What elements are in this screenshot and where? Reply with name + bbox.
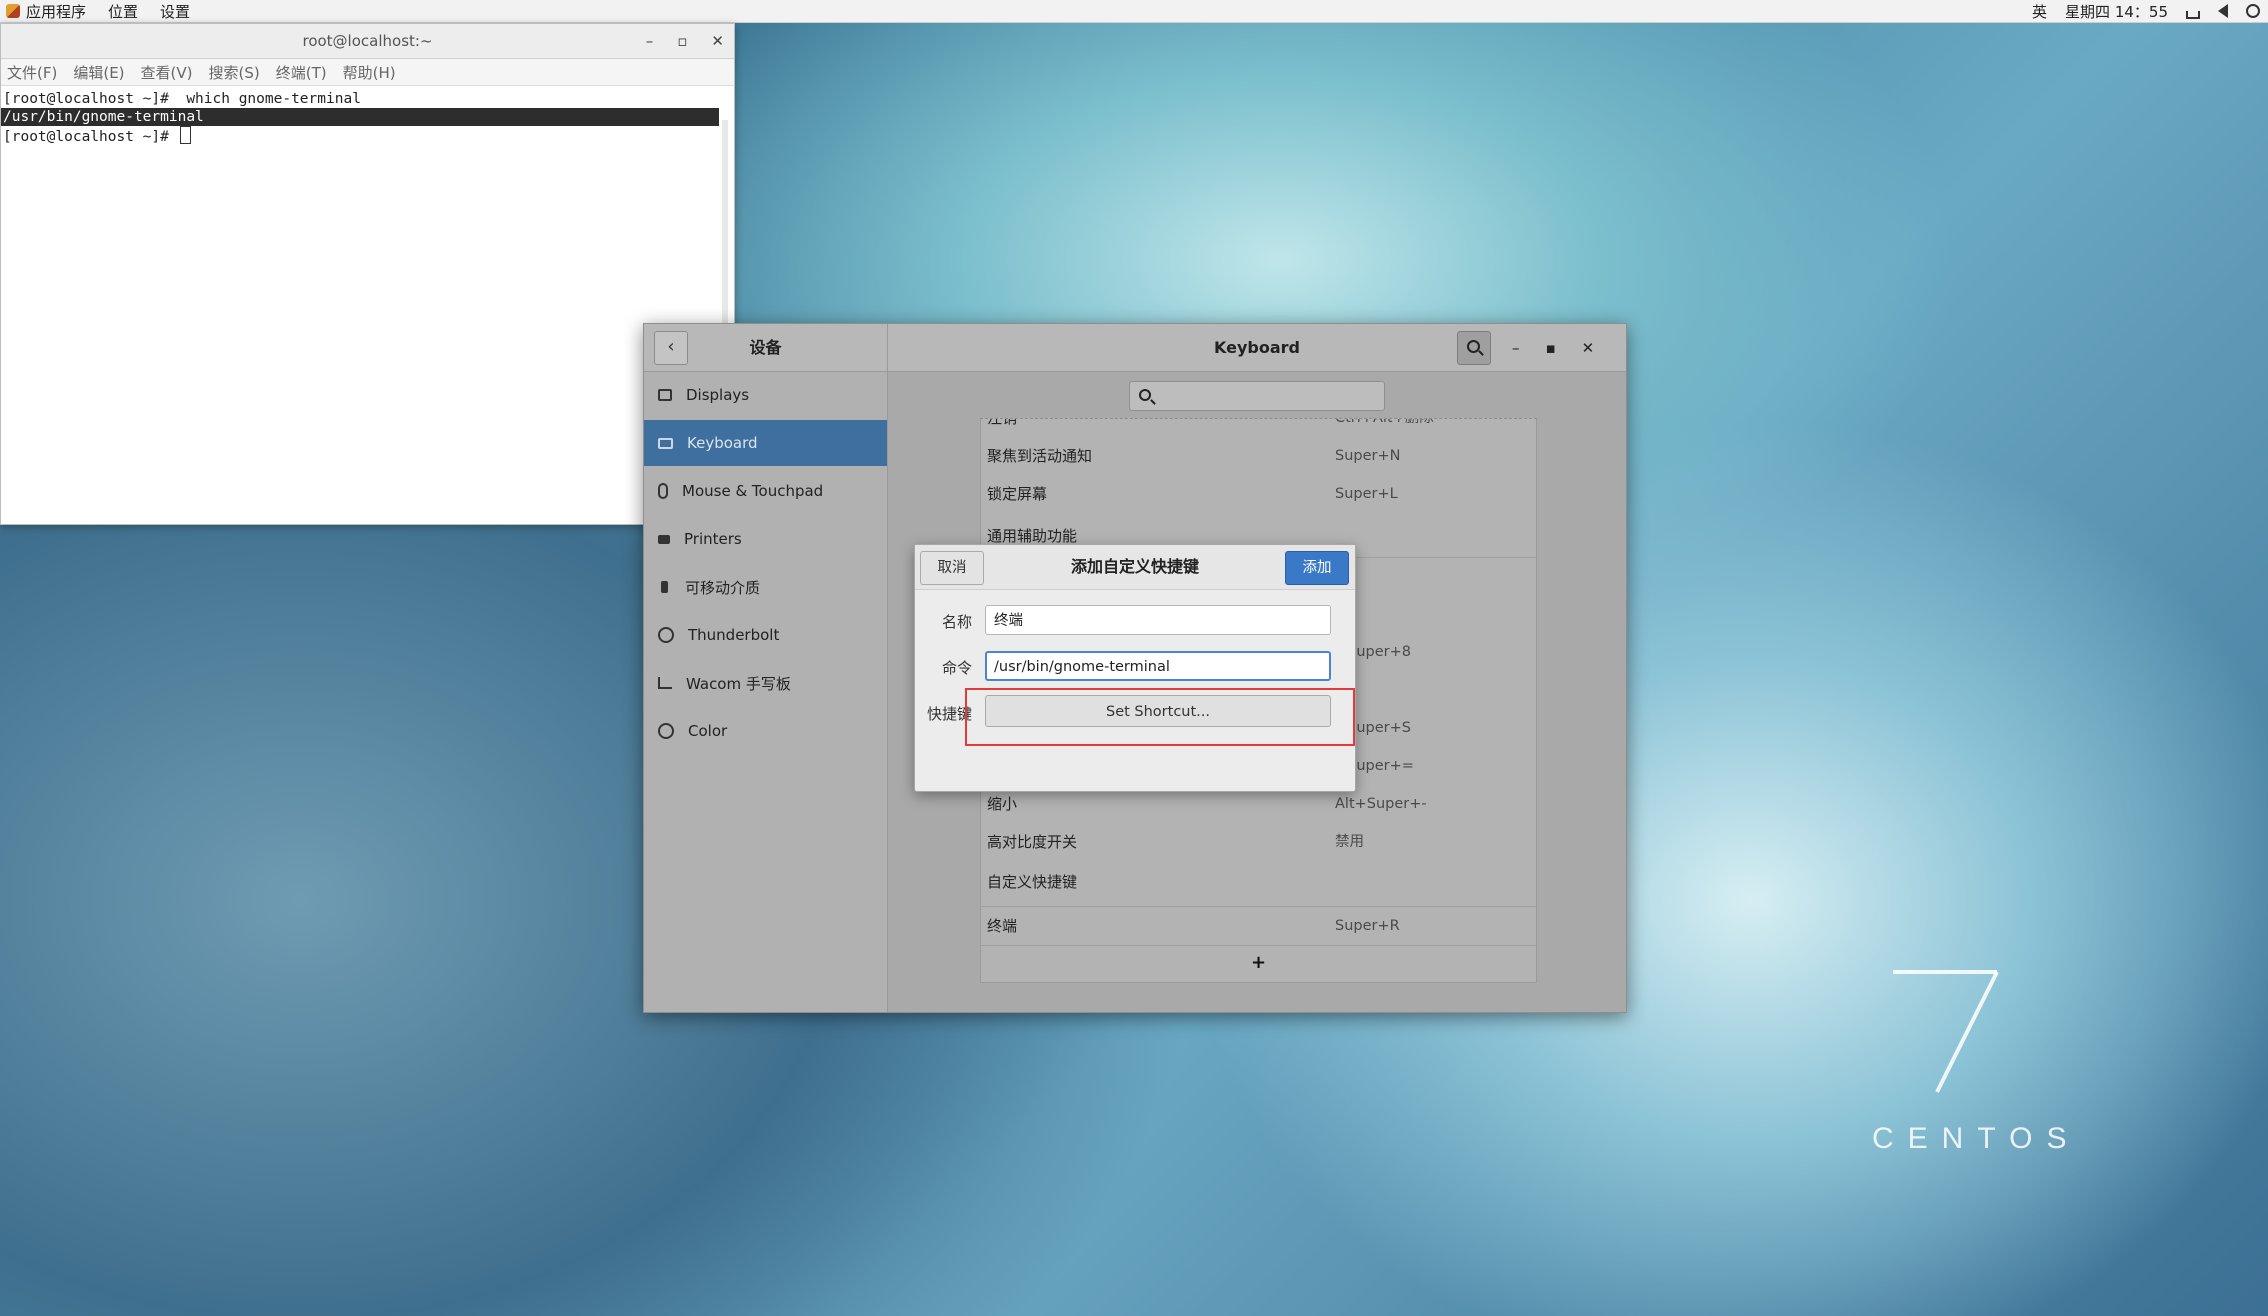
shortcut-name: 聚焦到活动通知 [987, 447, 1093, 465]
terminal-title: root@localhost:~ [302, 32, 433, 50]
settings-headerbar[interactable]: 设备 ‹ Keyboard – ▪ ✕ [644, 324, 1626, 372]
terminal-window: root@localhost:~ – ▫ ✕ 文件(F) 编辑(E) 查看(V)… [0, 23, 735, 525]
chevron-left-icon: ‹ [667, 336, 675, 357]
menu-search[interactable]: 搜索(S) [209, 62, 260, 83]
network-icon[interactable] [2186, 11, 2200, 19]
menu-help[interactable]: 帮助(H) [343, 62, 396, 83]
tablet-icon [658, 677, 672, 689]
shortcut-name: 高对比度开关 [987, 833, 1078, 851]
terminal-titlebar[interactable]: root@localhost:~ – ▫ ✕ [1, 24, 734, 59]
sidebar-item-label: Printers [684, 530, 742, 548]
shortcut-search-input[interactable] [1129, 381, 1385, 411]
add-button[interactable]: 添加 [1285, 551, 1349, 585]
sidebar-item-color[interactable]: Color [644, 708, 887, 754]
sidebar-item-label: Displays [686, 386, 750, 404]
shortcut-row[interactable]: 聚焦到活动通知 Super+N [981, 437, 1536, 475]
add-custom-shortcut-dialog: 添加自定义快捷键 取消 添加 名称 终端 命令 /usr/bin/gnome-t… [914, 544, 1356, 792]
search-icon [1467, 340, 1480, 353]
shortcut-name: 终端 [987, 917, 1018, 935]
terminal-line-selected: /usr/bin/gnome-terminal [1, 108, 719, 126]
add-shortcut-button[interactable]: + [981, 945, 1536, 980]
minimize-icon[interactable]: – [1512, 339, 1520, 357]
maximize-icon[interactable]: ▫ [677, 24, 687, 58]
top-panel: 应用程序 位置 设置 英 星期四 14：55 [0, 0, 2268, 23]
maximize-icon[interactable]: ▪ [1546, 339, 1556, 357]
section-custom-shortcuts: 自定义快捷键 [987, 873, 1078, 891]
sidebar-item-keyboard[interactable]: Keyboard [644, 420, 887, 466]
mouse-icon [658, 483, 668, 499]
sidebar-item-mouse[interactable]: Mouse & Touchpad [644, 468, 887, 514]
sidebar-item-displays[interactable]: Displays [644, 372, 887, 418]
terminal-prompt: [root@localhost ~]# [3, 129, 178, 145]
centos-logo-7 [1893, 970, 1999, 1093]
places-menu[interactable]: 位置 [108, 1, 138, 22]
sidebar-item-label: Color [688, 722, 728, 740]
applications-icon [6, 3, 20, 18]
command-field[interactable]: /usr/bin/gnome-terminal [985, 651, 1331, 681]
shortcut-name: 注销 [987, 418, 1018, 427]
name-label: 名称 [942, 613, 973, 631]
power-icon[interactable] [2246, 4, 2260, 18]
shortcut-accel: Ctrl+Alt+删除 [1335, 418, 1434, 426]
menu-terminal[interactable]: 终端(T) [276, 62, 327, 83]
shortcut-accel: Super+R [1335, 918, 1400, 934]
shortcut-accel: 禁用 [1335, 834, 1364, 850]
volume-icon[interactable] [2218, 4, 2228, 18]
shortcut-row[interactable]: 注销 Ctrl+Alt+删除 [981, 418, 1536, 437]
search-toggle-button[interactable] [1457, 331, 1491, 365]
command-label: 命令 [942, 659, 973, 677]
clock[interactable]: 星期四 14：55 [2065, 1, 2168, 22]
centos-logo-text: CENTOS [1872, 1122, 2081, 1155]
shortcut-row-high-contrast[interactable]: 高对比度开关 禁用 [981, 823, 1536, 861]
cancel-button[interactable]: 取消 [920, 551, 984, 585]
shortcut-row[interactable]: 锁定屏幕 Super+L [981, 475, 1536, 513]
terminal-output[interactable]: [root@localhost ~]# which gnome-terminal… [1, 86, 734, 145]
settings-sidebar: Displays Keyboard Mouse & Touchpad Print… [644, 372, 888, 1012]
close-icon[interactable]: ✕ [711, 24, 724, 58]
sidebar-item-label: Wacom 手写板 [686, 674, 791, 693]
sidebar-item-label: Mouse & Touchpad [682, 482, 824, 500]
shortcut-name: 锁定屏幕 [987, 485, 1048, 503]
minimize-icon[interactable]: – [646, 24, 654, 58]
sidebar-item-thunderbolt[interactable]: Thunderbolt [644, 612, 887, 658]
sidebar-item-removable-media[interactable]: 可移动介质 [644, 564, 887, 610]
close-icon[interactable]: ✕ [1582, 339, 1595, 357]
custom-shortcut-row[interactable]: 终端 Super+R [981, 906, 1536, 945]
sidebar-item-label: 可移动介质 [685, 578, 761, 597]
red-highlight-box [965, 688, 1355, 746]
name-field[interactable]: 终端 [985, 605, 1331, 635]
settings-menu[interactable]: 设置 [160, 1, 190, 22]
shortcut-accel: Super+N [1335, 448, 1401, 464]
menu-file[interactable]: 文件(F) [7, 62, 57, 83]
search-icon [1139, 389, 1151, 401]
dialog-header: 添加自定义快捷键 取消 添加 [915, 545, 1355, 590]
usb-icon [661, 581, 668, 593]
sidebar-item-label: Keyboard [687, 434, 758, 452]
terminal-prompt-line: [root@localhost ~]# [1, 126, 734, 145]
thunderbolt-icon [658, 627, 674, 643]
menu-view[interactable]: 查看(V) [141, 62, 193, 83]
display-icon [658, 389, 672, 401]
shortcut-accel: Super+L [1335, 486, 1398, 502]
menu-edit[interactable]: 编辑(E) [73, 62, 124, 83]
section-accessibility: 通用辅助功能 [987, 527, 1078, 545]
applications-menu[interactable]: 应用程序 [6, 1, 86, 22]
printer-icon [658, 534, 670, 544]
back-button[interactable]: ‹ [654, 331, 688, 365]
terminal-menubar: 文件(F) 编辑(E) 查看(V) 搜索(S) 终端(T) 帮助(H) [1, 59, 734, 86]
terminal-line: [root@localhost ~]# which gnome-terminal [3, 91, 361, 107]
terminal-cursor [179, 126, 191, 144]
keyboard-icon [658, 437, 673, 449]
sidebar-item-printers[interactable]: Printers [644, 516, 887, 562]
sidebar-item-label: Thunderbolt [688, 626, 780, 644]
sidebar-item-wacom[interactable]: Wacom 手写板 [644, 660, 887, 706]
color-icon [658, 723, 674, 739]
input-method-indicator[interactable]: 英 [2032, 1, 2047, 22]
